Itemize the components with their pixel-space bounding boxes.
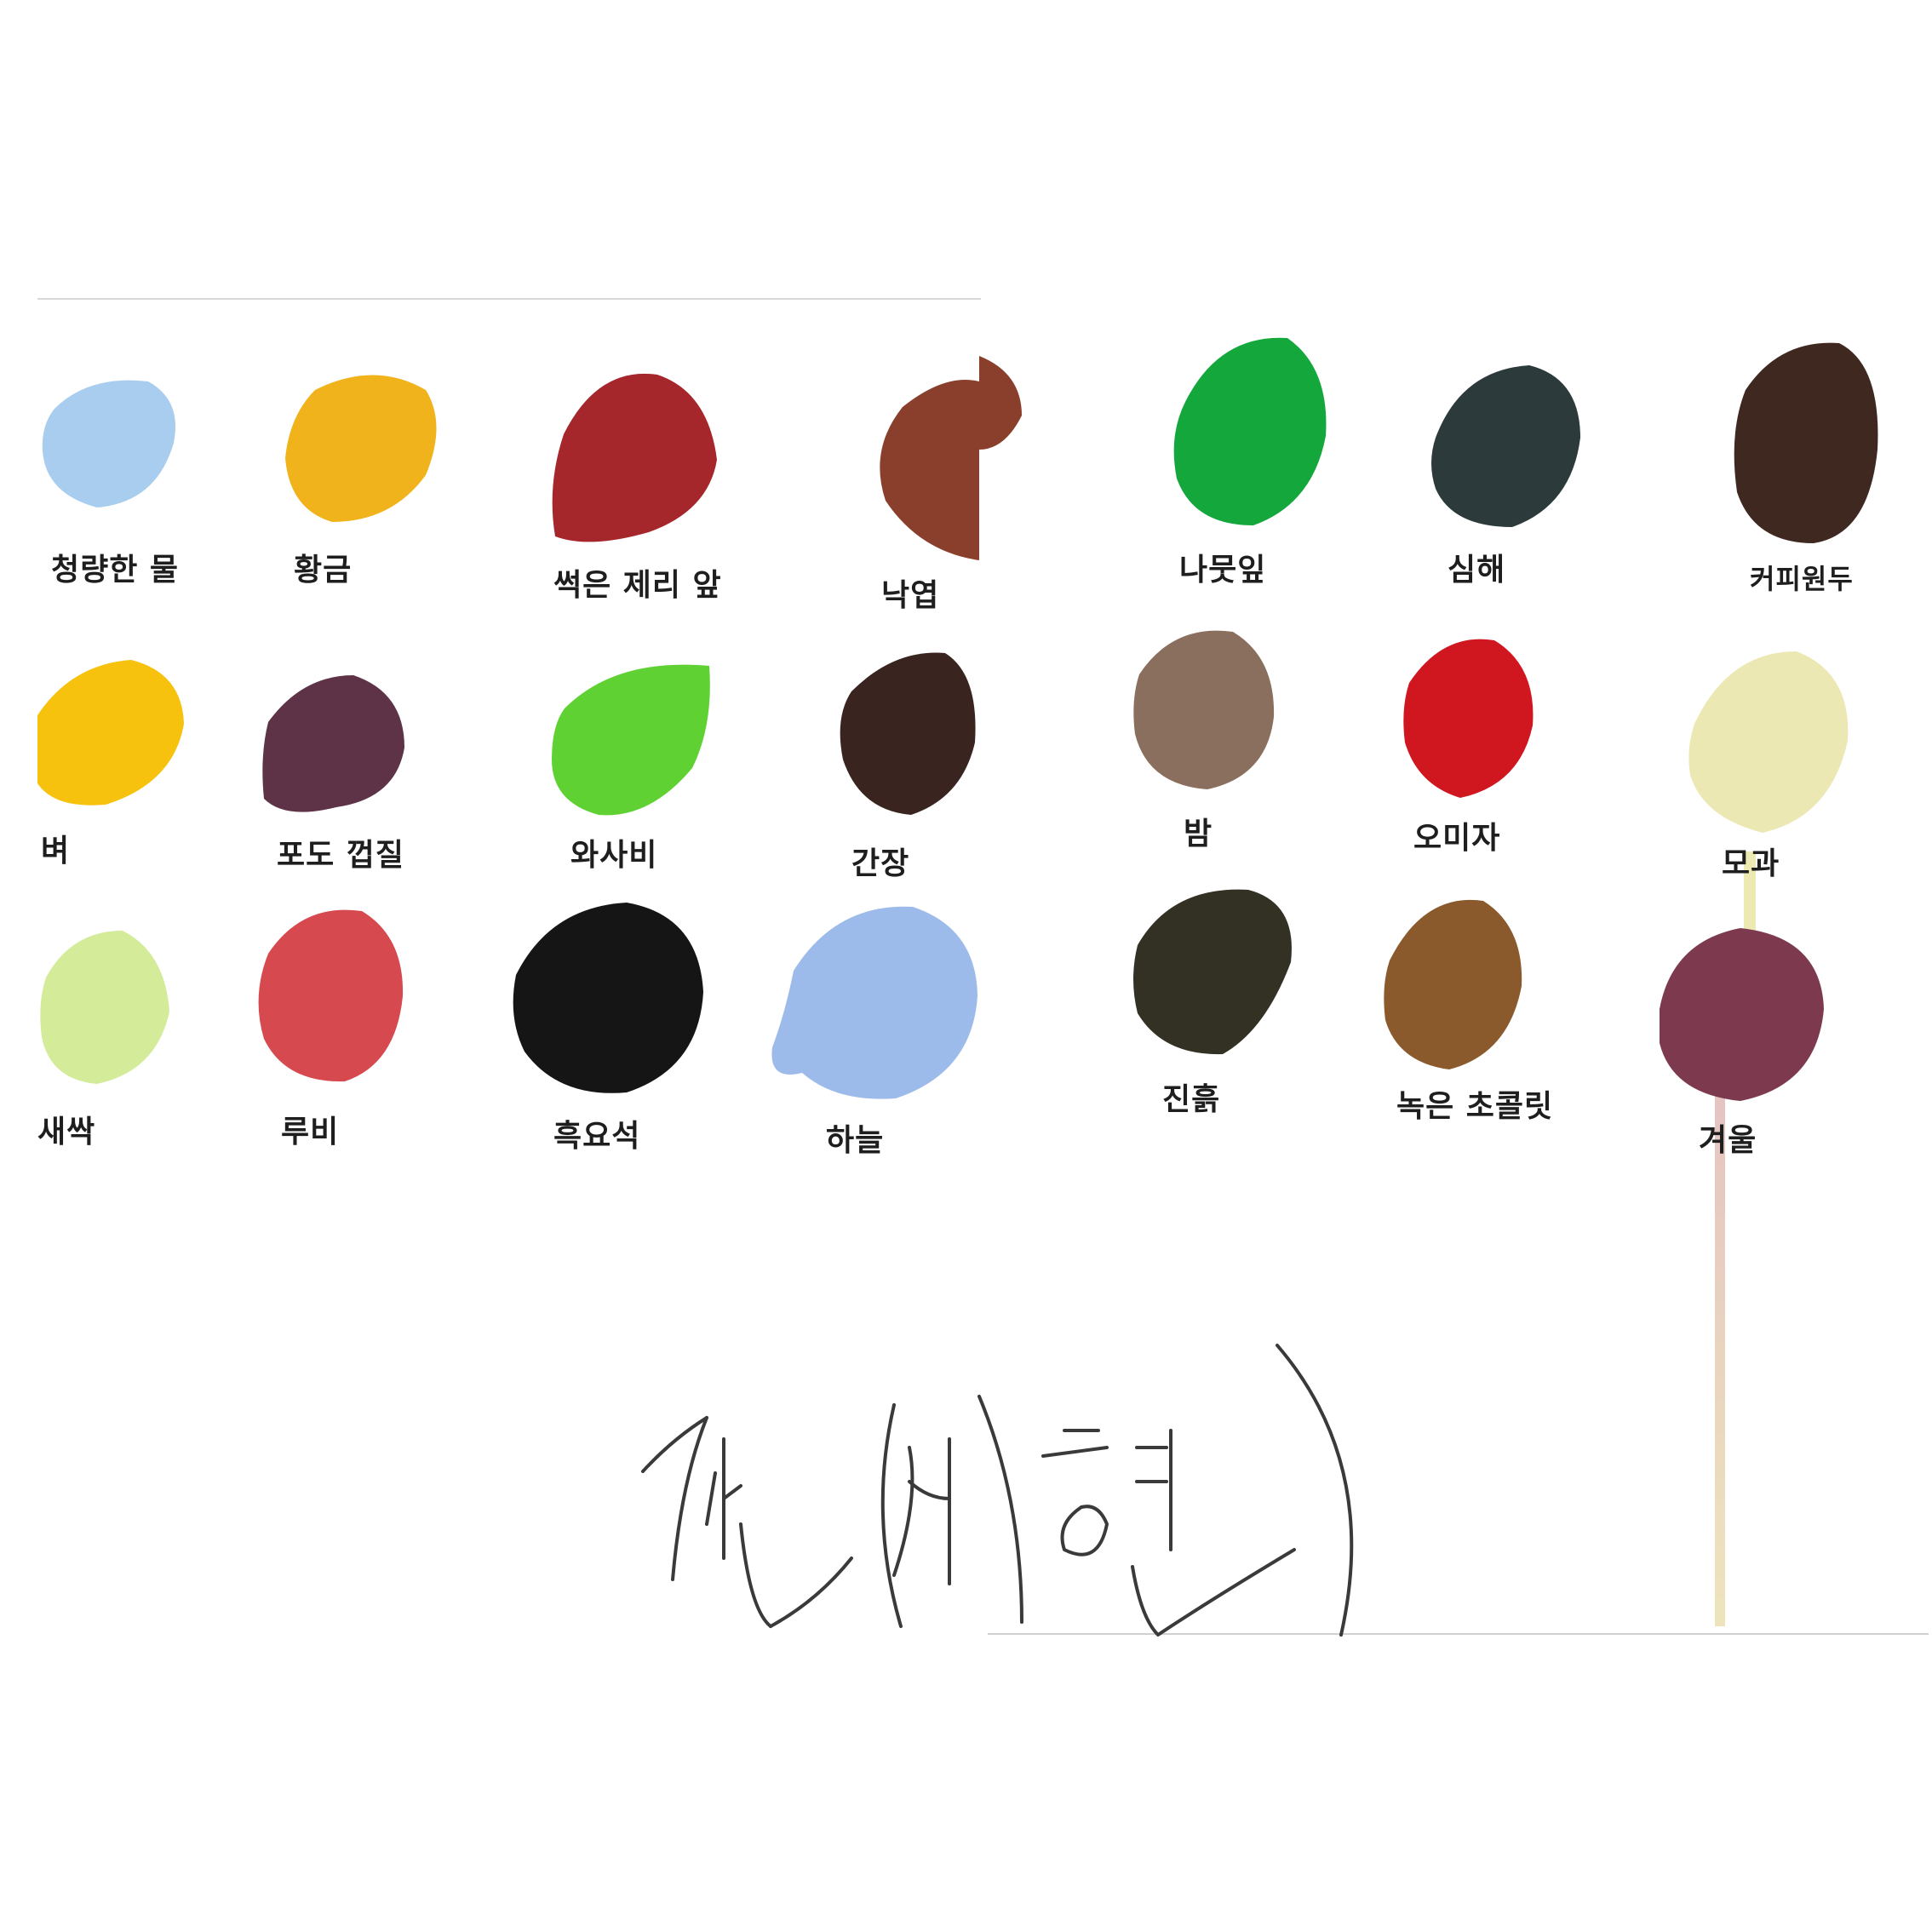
swatch-15-paint — [1133, 630, 1275, 789]
swatch-14 — [1728, 339, 1882, 547]
swatch-20 — [1655, 924, 1826, 1103]
swatch-3 — [869, 356, 1022, 560]
swatch-8-paint — [40, 931, 170, 1084]
swatch-20-paint — [1660, 928, 1824, 1101]
swatch-7-paint — [840, 652, 976, 815]
swatch-label-8: 새싹 — [37, 1115, 96, 1149]
swatch-4-paint — [37, 660, 184, 805]
swatch-2-paint — [552, 373, 717, 542]
swatch-4 — [37, 656, 186, 809]
swatch-17 — [1686, 647, 1852, 834]
swatch-0 — [37, 375, 182, 511]
swatch-0-paint — [42, 380, 176, 507]
swatch-2 — [547, 366, 721, 549]
swatch-label-4: 벼 — [41, 834, 71, 869]
swatch-label-3: 낙엽 — [881, 578, 940, 613]
swatch-1 — [281, 364, 443, 526]
swatch-blob — [42, 380, 176, 507]
swatch-label-6: 와사비 — [570, 838, 658, 873]
swatch-label-17: 모과 — [1722, 846, 1780, 881]
swatch-3-paint — [880, 356, 1022, 560]
swatch-5 — [260, 671, 409, 820]
swatch-8 — [37, 926, 174, 1088]
swatch-label-0: 청량한 물 — [51, 553, 180, 588]
swatch-9-paint — [258, 909, 404, 1082]
swatch-label-14: 커피원두 — [1750, 563, 1854, 595]
swatch-12-paint — [1173, 337, 1327, 525]
swatch-label-9: 루비 — [281, 1115, 340, 1149]
swatch-16-paint — [1403, 639, 1534, 798]
swatch-label-13: 심해 — [1448, 553, 1506, 588]
swatch-10-paint — [513, 903, 703, 1093]
swatch-label-7: 간장 — [851, 846, 910, 881]
swatch-13-paint — [1431, 365, 1580, 527]
swatch-19 — [1381, 892, 1524, 1071]
swatch-18 — [1129, 886, 1298, 1056]
swatch-label-10: 흑요석 — [553, 1119, 641, 1154]
swatch-14-paint — [1734, 342, 1878, 543]
swatch-11 — [768, 903, 981, 1103]
swatch-9 — [251, 903, 404, 1086]
swatch-label-1: 황금 — [294, 553, 353, 588]
swatch-label-19: 녹은 초콜릿 — [1396, 1089, 1554, 1124]
swatch-13 — [1427, 361, 1585, 531]
swatch-label-20: 겨울 — [1699, 1123, 1757, 1158]
swatch-12 — [1168, 334, 1330, 530]
swatch-label-15: 밤 — [1184, 817, 1213, 851]
swatch-11-paint — [771, 906, 977, 1099]
swatch-19-paint — [1384, 899, 1522, 1069]
swatch-label-11: 하늘 — [826, 1123, 885, 1158]
swatch-6 — [547, 657, 714, 819]
swatch-1-paint — [285, 375, 437, 522]
swatch-label-5: 포도 껍질 — [277, 838, 405, 873]
swatch-18-paint — [1133, 889, 1292, 1055]
swatch-7 — [834, 649, 979, 819]
swatch-5-paint — [262, 675, 404, 812]
swatch-10 — [507, 898, 708, 1098]
swatch-16 — [1401, 632, 1537, 800]
swatch-15 — [1131, 623, 1277, 792]
swatch-label-2: 썩은 제리 앞 — [553, 568, 722, 603]
swatch-6-paint — [552, 664, 710, 816]
swatch-label-18: 진흙 — [1162, 1082, 1221, 1117]
swatch-label-12: 나뭇잎 — [1179, 553, 1267, 588]
swatch-label-16: 오미자 — [1413, 821, 1501, 856]
swatch-17-paint — [1688, 651, 1849, 833]
